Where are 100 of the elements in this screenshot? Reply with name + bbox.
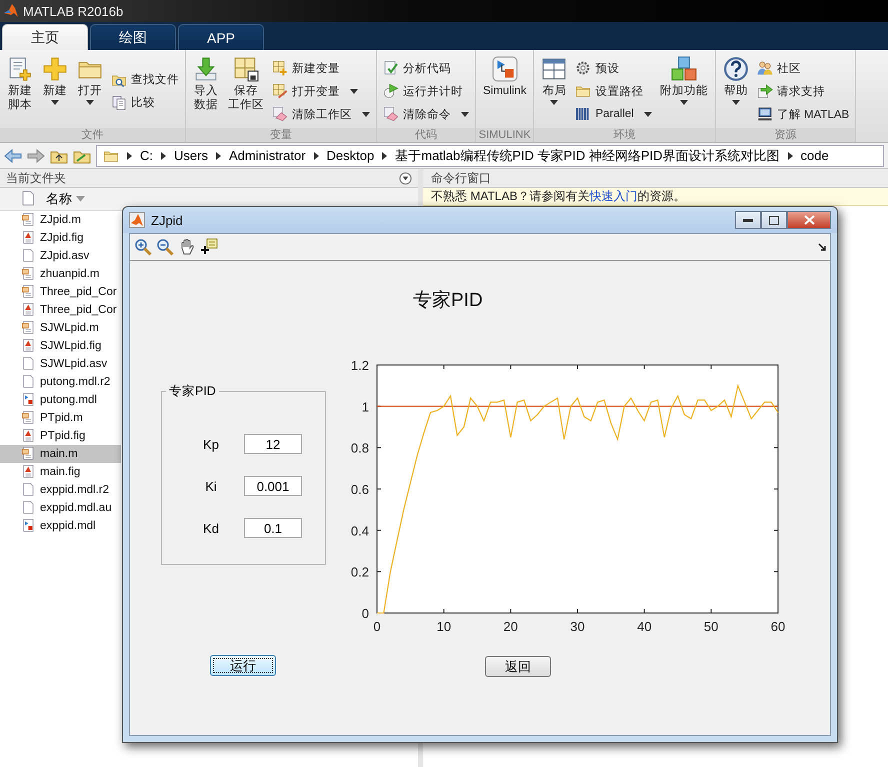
ribbon-button[interactable]: 布局 bbox=[538, 54, 570, 128]
ribbon-button[interactable]: 打开变量 bbox=[270, 81, 372, 101]
group-label: 资源 bbox=[716, 128, 856, 142]
block-diagram-icon bbox=[492, 56, 518, 82]
tick-label: 0.2 bbox=[350, 564, 369, 580]
caret-icon bbox=[644, 112, 652, 116]
path-segment[interactable]: C: bbox=[140, 148, 153, 163]
ribbon-button[interactable]: Parallel bbox=[573, 104, 654, 124]
path-segment[interactable]: 基于matlab编程传统PID 专家PID 神经网络PID界面设计系统对比图 bbox=[395, 146, 780, 164]
ribbon-button[interactable]: 运行并计时 bbox=[381, 81, 471, 101]
ribbon-button[interactable]: 查找文件 bbox=[109, 70, 181, 90]
cubes-icon bbox=[670, 56, 697, 82]
parameter-field[interactable]: 12 bbox=[244, 434, 302, 454]
column-header[interactable]: 名称 bbox=[46, 190, 85, 208]
file-item[interactable]: Three_pid_Cor bbox=[0, 283, 121, 301]
arrow-icon bbox=[756, 83, 773, 99]
ribbon-button[interactable]: 保存 工作区 bbox=[225, 54, 267, 128]
file-item[interactable]: main.fig bbox=[0, 463, 121, 481]
file-item[interactable]: exppid.mdl.au bbox=[0, 499, 121, 517]
ribbon-button[interactable]: 社区 bbox=[754, 58, 852, 78]
close-button[interactable] bbox=[787, 211, 831, 229]
file-item[interactable]: zhuanpid.m bbox=[0, 265, 121, 283]
file-item[interactable]: PTpid.m bbox=[0, 409, 121, 427]
parameter-field[interactable]: 0.1 bbox=[244, 518, 302, 538]
grid-plus-icon bbox=[272, 60, 288, 76]
document-plus-icon bbox=[7, 56, 33, 82]
grid-save-icon bbox=[233, 56, 259, 82]
caret-icon bbox=[350, 88, 358, 94]
ribbon-button[interactable]: 导入 数据 bbox=[190, 54, 222, 128]
file-item[interactable]: SJWLpid.fig bbox=[0, 337, 121, 355]
ribbon-button[interactable]: 清除命令 bbox=[381, 104, 471, 124]
file-item[interactable]: ZJpid.asv bbox=[0, 247, 121, 265]
tick-label: 30 bbox=[570, 619, 585, 634]
ribbon-button[interactable]: 新建 bbox=[39, 54, 71, 128]
hint-link[interactable]: 快速入门 bbox=[589, 189, 638, 203]
path-segment[interactable]: Administrator bbox=[228, 148, 306, 163]
ribbon-button[interactable]: 分析代码 bbox=[381, 58, 471, 78]
panel-title: 专家PID bbox=[168, 383, 217, 400]
documents-icon bbox=[111, 94, 127, 110]
file-item[interactable]: Three_pid_Cor bbox=[0, 301, 121, 319]
file-item[interactable]: SJWLpid.m bbox=[0, 319, 121, 337]
file-item[interactable]: ZJpid.m bbox=[0, 211, 121, 229]
path-segment[interactable]: code bbox=[800, 148, 829, 163]
zoom-in-icon[interactable] bbox=[134, 238, 152, 256]
ribbon-button[interactable]: 新建变量 bbox=[270, 58, 372, 78]
file-item[interactable]: SJWLpid.asv bbox=[0, 355, 121, 373]
dock-arrow-icon[interactable] bbox=[818, 243, 826, 251]
forward-icon[interactable] bbox=[27, 148, 45, 164]
window-title: MATLAB R2016b bbox=[23, 4, 124, 18]
ribbon-button[interactable]: 比较 bbox=[109, 92, 181, 112]
file-item[interactable]: ZJpid.fig bbox=[0, 229, 121, 247]
minimize-button[interactable] bbox=[735, 211, 761, 229]
maximize-icon bbox=[769, 216, 779, 224]
download-icon bbox=[193, 56, 219, 82]
gear-icon bbox=[575, 60, 592, 76]
maximize-button[interactable] bbox=[761, 211, 787, 229]
data-cursor-icon[interactable] bbox=[200, 238, 218, 256]
parameter-field[interactable]: 0.001 bbox=[244, 476, 302, 496]
path-segment[interactable]: Users bbox=[174, 148, 208, 163]
ribbon-button[interactable]: 附加功能 bbox=[656, 54, 711, 128]
checklist-icon bbox=[383, 60, 399, 76]
ribbon-button[interactable]: 了解 MATLAB bbox=[754, 104, 852, 124]
ribbon-button[interactable]: 设置路径 bbox=[573, 81, 654, 101]
ribbon-button[interactable]: 清除工作区 bbox=[270, 104, 372, 124]
panel-title: 当前文件夹 bbox=[6, 170, 66, 186]
parameter-label: Ki bbox=[204, 478, 218, 494]
zoom-out-icon[interactable] bbox=[156, 238, 174, 256]
chevron-icon bbox=[314, 152, 319, 160]
panel-title: 命令行窗口 bbox=[431, 170, 491, 186]
figure-button[interactable]: 运行 bbox=[210, 655, 276, 676]
tick-label: 0 bbox=[362, 606, 369, 621]
ribbon-button[interactable]: 打开 bbox=[74, 54, 106, 128]
plus-icon bbox=[42, 56, 68, 82]
file-item[interactable]: putong.mdl.r2 bbox=[0, 373, 121, 391]
people-icon bbox=[756, 60, 773, 76]
caret-icon bbox=[461, 112, 469, 116]
chevron-icon bbox=[216, 152, 221, 160]
file-item[interactable]: putong.mdl bbox=[0, 391, 121, 409]
tab[interactable]: 主页 bbox=[2, 24, 88, 50]
tick-label: 1 bbox=[362, 399, 369, 414]
file-item[interactable]: exppid.mdl.r2 bbox=[0, 481, 121, 499]
chevron-icon bbox=[382, 152, 388, 160]
ribbon-button[interactable]: 新建 脚本 bbox=[4, 54, 36, 128]
ribbon-button[interactable]: 帮助 bbox=[720, 54, 752, 128]
ribbon-button[interactable]: 请求支持 bbox=[754, 81, 852, 101]
ribbon-button[interactable]: 预设 bbox=[573, 58, 654, 78]
close-icon bbox=[804, 215, 814, 225]
app-logo-icon bbox=[129, 212, 145, 228]
tick-label: 40 bbox=[637, 619, 652, 634]
tab[interactable]: APP bbox=[178, 24, 264, 50]
file-item[interactable]: PTpid.fig bbox=[0, 427, 121, 445]
file-item[interactable]: exppid.mdl bbox=[0, 517, 121, 535]
dropdown-icon[interactable] bbox=[399, 172, 412, 184]
parameter-label: Kd bbox=[202, 520, 220, 536]
back-icon[interactable] bbox=[4, 148, 22, 164]
figure-button[interactable]: 返回 bbox=[485, 656, 551, 677]
file-item[interactable]: main.m bbox=[0, 445, 121, 463]
ribbon-button[interactable]: Simulink bbox=[480, 54, 530, 128]
tab[interactable]: 绘图 bbox=[90, 24, 176, 50]
path-segment[interactable]: Desktop bbox=[326, 148, 374, 163]
